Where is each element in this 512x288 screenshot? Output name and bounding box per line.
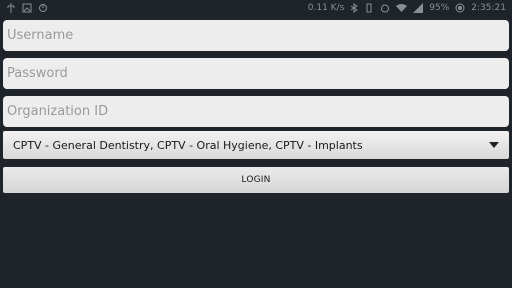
battery-percent: 95% — [429, 3, 450, 13]
clock: 2:35:21 — [471, 3, 506, 13]
dropdown-selected-value: CPTV - General Dentistry, CPTV - Oral Hy… — [13, 138, 363, 152]
wifi-icon — [396, 3, 408, 13]
status-bar: 0.11 K/s 95% 2:35:21 — [0, 0, 512, 16]
image-icon — [22, 3, 32, 13]
organization-id-field[interactable]: Organization ID — [3, 96, 509, 127]
status-bar-left — [6, 3, 48, 13]
dropdown-arrow-icon — [489, 142, 499, 148]
login-button-label: LOGIN — [241, 175, 271, 185]
organization-id-placeholder: Organization ID — [7, 104, 109, 119]
cell-signal-icon — [413, 3, 424, 13]
usb-icon — [6, 3, 16, 13]
network-speed: 0.11 K/s — [307, 3, 345, 13]
vibrate-icon — [364, 3, 374, 13]
bluetooth-icon — [350, 3, 359, 13]
sync-icon — [38, 3, 48, 13]
status-bar-right: 0.11 K/s 95% 2:35:21 — [308, 3, 506, 13]
username-field[interactable]: Username — [3, 20, 509, 51]
username-placeholder: Username — [7, 28, 74, 43]
password-placeholder: Password — [7, 66, 68, 81]
battery-icon — [455, 3, 465, 13]
login-button[interactable]: LOGIN — [3, 167, 509, 193]
specialty-dropdown[interactable]: CPTV - General Dentistry, CPTV - Oral Hy… — [3, 131, 509, 159]
alarm-icon — [380, 3, 390, 13]
password-field[interactable]: Password — [3, 58, 509, 89]
